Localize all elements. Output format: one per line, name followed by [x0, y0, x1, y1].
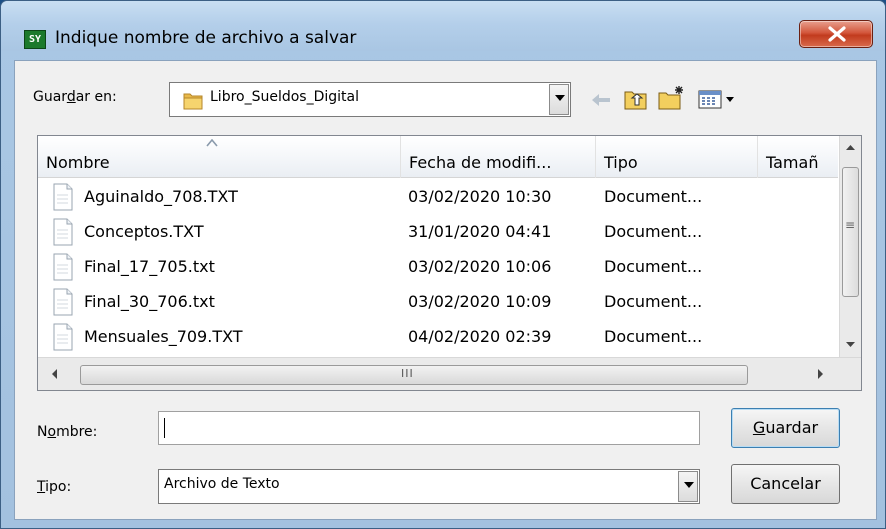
save-dialog-window: SY Indique nombre de archivo a salvar Gu… — [0, 0, 886, 529]
scroll-right-icon[interactable] — [813, 367, 827, 381]
window-title: Indique nombre de archivo a salvar — [55, 28, 357, 48]
folder-icon — [183, 93, 203, 110]
view-menu-icon — [698, 90, 734, 109]
file-type-value: Archivo de Texto — [164, 476, 280, 492]
file-name: Conceptos.TXT — [84, 222, 204, 241]
column-header-type[interactable]: Tipo — [596, 136, 758, 178]
chevron-down-icon — [555, 95, 565, 101]
file-type-label: Tipo: — [37, 479, 72, 495]
save-in-label: Guardar en: — [33, 89, 117, 105]
list-header: Nombre Fecha de modifi... Tipo Tamañ — [38, 136, 838, 178]
file-date: 03/02/2020 10:30 — [408, 187, 552, 206]
scroll-grip-icon: III — [401, 367, 414, 380]
column-header-name-label: Nombre — [46, 153, 110, 172]
save-in-combobox[interactable]: Libro_Sueldos_Digital — [169, 82, 571, 117]
arrow-up-icon — [846, 145, 855, 150]
close-button[interactable] — [799, 20, 873, 48]
scroll-down-button[interactable] — [840, 334, 861, 356]
file-row[interactable]: Final_30_706.txt 03/02/2020 10:09 Docume… — [38, 285, 838, 320]
file-type: Document... — [604, 187, 703, 206]
title-bar[interactable]: SY Indique nombre de archivo a salvar — [1, 1, 885, 51]
file-name: Final_17_705.txt — [84, 257, 215, 276]
close-icon — [828, 26, 846, 42]
horizontal-scroll-thumb[interactable]: III — [80, 365, 748, 385]
save-button[interactable]: Guardar — [731, 408, 840, 448]
up-folder-icon[interactable] — [623, 87, 649, 111]
file-name-input[interactable] — [158, 411, 700, 445]
cancel-button[interactable]: Cancelar — [731, 464, 840, 504]
view-menu-button[interactable] — [697, 88, 741, 110]
file-date: 04/02/2020 02:39 — [408, 327, 552, 346]
scroll-up-button[interactable] — [840, 136, 861, 158]
file-type: Document... — [604, 292, 703, 311]
file-row[interactable]: Final_17_705.txt 03/02/2020 10:06 Docume… — [38, 250, 838, 285]
text-file-icon — [53, 218, 73, 246]
new-folder-icon[interactable] — [657, 85, 687, 111]
column-header-size[interactable]: Tamañ — [758, 136, 838, 178]
scroll-grip-icon: ≡ — [845, 218, 856, 232]
text-file-icon — [53, 323, 73, 351]
text-file-icon — [53, 183, 73, 211]
scroll-left-icon[interactable] — [48, 367, 62, 381]
column-header-name[interactable]: Nombre — [38, 136, 401, 178]
vertical-scrollbar[interactable]: ≡ — [839, 136, 861, 358]
file-date: 03/02/2020 10:06 — [408, 257, 552, 276]
file-type-dropdown-button[interactable] — [678, 471, 698, 502]
arrow-down-icon — [846, 342, 855, 347]
horizontal-scrollbar[interactable]: III — [38, 357, 861, 390]
save-in-folder-name: Libro_Sueldos_Digital — [210, 89, 360, 105]
file-date: 03/02/2020 10:09 — [408, 292, 552, 311]
app-icon: SY — [24, 30, 46, 49]
file-type: Document... — [604, 257, 703, 276]
file-type: Document... — [604, 327, 703, 346]
file-name: Aguinaldo_708.TXT — [84, 187, 238, 206]
text-caret — [164, 418, 165, 438]
column-header-date[interactable]: Fecha de modifi... — [401, 136, 596, 178]
back-arrow-icon[interactable] — [590, 92, 612, 108]
file-name-label: Nombre: — [37, 424, 98, 440]
file-name: Mensuales_709.TXT — [84, 327, 243, 346]
file-row[interactable]: Mensuales_709.TXT 04/02/2020 02:39 Docum… — [38, 320, 838, 355]
save-in-dropdown-button[interactable] — [549, 84, 569, 115]
file-type: Document... — [604, 222, 703, 241]
text-file-icon — [53, 253, 73, 281]
file-row[interactable]: Conceptos.TXT 31/01/2020 04:41 Document.… — [38, 215, 838, 250]
vertical-scroll-thumb[interactable]: ≡ — [842, 167, 859, 297]
chevron-down-icon — [684, 482, 694, 488]
file-row[interactable]: Aguinaldo_708.TXT 03/02/2020 10:30 Docum… — [38, 180, 838, 215]
file-date: 31/01/2020 04:41 — [408, 222, 552, 241]
file-type-combobox[interactable]: Archivo de Texto — [158, 469, 700, 504]
dialog-client-area: Guardar en: Libro_Sueldos_Digital Nombre… — [14, 60, 877, 520]
text-file-icon — [53, 288, 73, 316]
file-list-view[interactable]: Nombre Fecha de modifi... Tipo Tamañ Agu… — [37, 135, 862, 391]
sort-ascending-icon — [206, 139, 218, 147]
file-name: Final_30_706.txt — [84, 292, 215, 311]
